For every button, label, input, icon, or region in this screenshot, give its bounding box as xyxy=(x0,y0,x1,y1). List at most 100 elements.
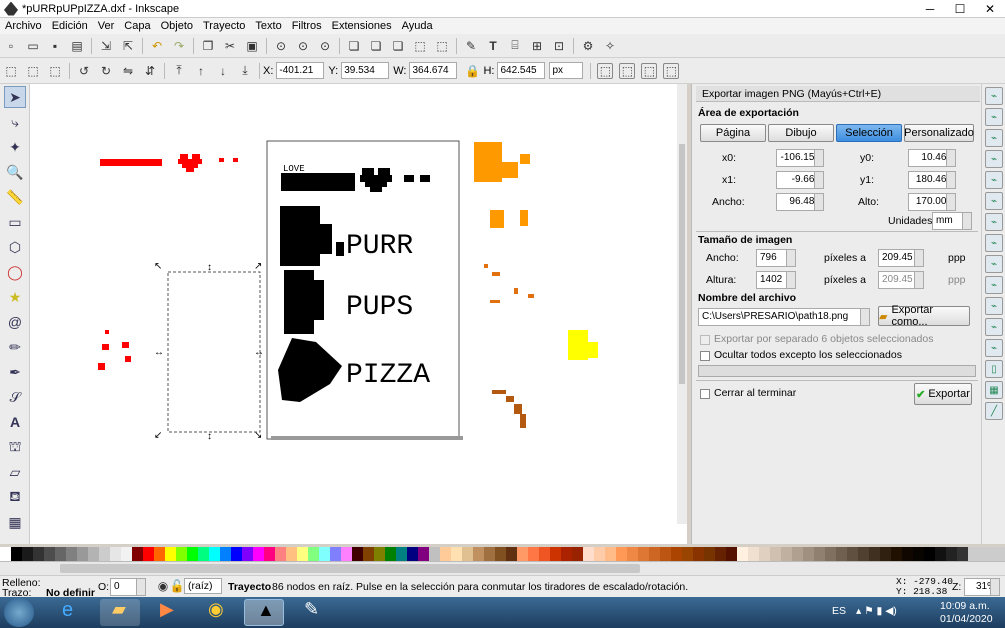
palette-swatch[interactable] xyxy=(275,547,286,561)
3dbox-tool-icon[interactable]: ⬡ xyxy=(4,236,26,258)
menu-edicion[interactable]: Edición xyxy=(47,20,93,32)
snap-midpoint-icon[interactable]: ⌁ xyxy=(985,297,1003,315)
palette-swatch[interactable] xyxy=(517,547,528,561)
orange-cat-mid[interactable] xyxy=(490,210,528,228)
palette-swatch[interactable] xyxy=(638,547,649,561)
brown-arc[interactable] xyxy=(492,390,526,428)
opacity-input[interactable]: 0 xyxy=(110,578,146,596)
layer-lock-icon[interactable]: 🔓 xyxy=(169,578,185,594)
snap-bbox-edge-icon[interactable]: ⌁ xyxy=(985,129,1003,147)
palette-swatch[interactable] xyxy=(11,547,22,561)
palette-swatch[interactable] xyxy=(814,547,825,561)
palette-swatch[interactable] xyxy=(594,547,605,561)
pencil-tool-icon[interactable]: ✏ xyxy=(4,336,26,358)
palette-swatch[interactable] xyxy=(99,547,110,561)
red-hearts-small[interactable] xyxy=(219,158,238,162)
flip-horizontal-icon[interactable]: ⇋ xyxy=(120,63,136,79)
start-button[interactable] xyxy=(4,598,34,627)
document-properties-icon[interactable]: ⚙ xyxy=(580,38,596,54)
clock-date[interactable]: 01/04/2020 xyxy=(940,613,993,625)
new-document-icon[interactable]: ▫ xyxy=(3,38,19,54)
palette-swatch[interactable] xyxy=(176,547,187,561)
export-icon[interactable]: ⇱ xyxy=(120,38,136,54)
ellipse-tool-icon[interactable]: ◯ xyxy=(4,261,26,283)
menu-trayecto[interactable]: Trayecto xyxy=(198,20,250,32)
palette-swatch[interactable] xyxy=(957,547,968,561)
vertical-scrollbar-thumb[interactable] xyxy=(679,144,685,384)
palette-swatch[interactable] xyxy=(66,547,77,561)
transform-icon[interactable]: ⊡ xyxy=(551,38,567,54)
zoom-drawing-icon[interactable]: ⊙ xyxy=(295,38,311,54)
raise-icon[interactable]: ↑ xyxy=(193,63,209,79)
group-icon[interactable]: ⬚ xyxy=(412,38,428,54)
paint-icon[interactable]: ✎ xyxy=(292,599,332,626)
menu-extensiones[interactable]: Extensiones xyxy=(327,20,397,32)
menu-ver[interactable]: Ver xyxy=(93,20,120,32)
love-label[interactable]: LOVE xyxy=(283,164,305,174)
clone-icon[interactable]: ❏ xyxy=(368,38,384,54)
flip-vertical-icon[interactable]: ⇵ xyxy=(142,63,158,79)
menu-capa[interactable]: Capa xyxy=(119,20,155,32)
deselect-icon[interactable]: ⬚ xyxy=(47,63,63,79)
transform-gradients-icon[interactable]: ⬚ xyxy=(641,62,658,79)
menu-texto[interactable]: Texto xyxy=(250,20,286,32)
palette-swatch[interactable] xyxy=(44,547,55,561)
palette-swatch[interactable] xyxy=(0,547,11,561)
minimize-button[interactable]: ─ xyxy=(915,0,945,18)
x-input[interactable]: -401.21 xyxy=(276,62,325,79)
palette-swatch[interactable] xyxy=(605,547,616,561)
palette-swatch[interactable] xyxy=(825,547,836,561)
palette-swatch[interactable] xyxy=(693,547,704,561)
palette-swatch[interactable] xyxy=(704,547,715,561)
layer-select[interactable]: (raíz) xyxy=(184,578,222,594)
menu-archivo[interactable]: Archivo xyxy=(0,20,47,32)
calligraphy-tool-icon[interactable]: 𝒮 xyxy=(4,386,26,408)
love-bar[interactable] xyxy=(281,173,355,191)
clock-time[interactable]: 10:09 a.m. xyxy=(940,600,990,612)
lock-icon[interactable]: 🔒 xyxy=(464,63,480,79)
snap-grid-icon[interactable]: ▦ xyxy=(985,381,1003,399)
palette-swatch[interactable] xyxy=(231,547,242,561)
img-width-input[interactable]: 796 xyxy=(756,249,796,267)
node-tool-icon[interactable]: ⤷ xyxy=(4,111,26,133)
language-indicator[interactable]: ES xyxy=(832,605,846,617)
area-page-button[interactable]: Página xyxy=(700,124,766,142)
y1-input[interactable]: 180.467 xyxy=(908,171,956,189)
purr-label[interactable]: PURR xyxy=(346,231,413,262)
palette-swatch[interactable] xyxy=(33,547,44,561)
y-input[interactable]: 39.534 xyxy=(341,62,390,79)
text-font-icon[interactable]: T xyxy=(485,38,501,54)
pen-tool-icon[interactable]: ✒ xyxy=(4,361,26,383)
red-bar[interactable] xyxy=(100,159,162,166)
zoom-selection-icon[interactable]: ⊙ xyxy=(273,38,289,54)
color-palette[interactable] xyxy=(0,547,1005,561)
xml-editor-icon[interactable]: ⌸ xyxy=(507,38,523,54)
palette-swatch[interactable] xyxy=(209,547,220,561)
import-icon[interactable]: ⇲ xyxy=(98,38,114,54)
orange-cat-top[interactable] xyxy=(474,142,530,182)
palette-swatch[interactable] xyxy=(495,547,506,561)
palette-swatch[interactable] xyxy=(418,547,429,561)
area-custom-button[interactable]: Personalizado xyxy=(904,124,974,142)
snap-bbox-icon[interactable]: ⌁ xyxy=(985,108,1003,126)
redo-icon[interactable]: ↷ xyxy=(171,38,187,54)
selection-bbox[interactable] xyxy=(167,271,261,433)
pizza-label[interactable]: PIZZA xyxy=(346,360,430,391)
red-heart-large[interactable] xyxy=(178,154,202,172)
bucket-tool-icon[interactable]: ⛾ xyxy=(4,486,26,508)
raise-top-icon[interactable]: ⤒ xyxy=(171,63,187,79)
rect-tool-icon[interactable]: ▭ xyxy=(4,211,26,233)
internet-explorer-icon[interactable]: e xyxy=(50,599,90,626)
palette-swatch[interactable] xyxy=(902,547,913,561)
palette-swatch[interactable] xyxy=(715,547,726,561)
palette-swatch[interactable] xyxy=(484,547,495,561)
preferences-icon[interactable]: ✧ xyxy=(602,38,618,54)
spiral-tool-icon[interactable]: @ xyxy=(4,311,26,333)
maximize-button[interactable]: ☐ xyxy=(945,0,975,18)
text-tool-icon[interactable]: A xyxy=(4,411,26,433)
hide-others-checkbox[interactable] xyxy=(700,351,710,361)
inkscape-taskbar-icon[interactable]: ▲ xyxy=(244,599,284,626)
close-button[interactable]: ✕ xyxy=(975,0,1005,18)
menu-filtros[interactable]: Filtros xyxy=(287,20,327,32)
palette-swatch[interactable] xyxy=(352,547,363,561)
